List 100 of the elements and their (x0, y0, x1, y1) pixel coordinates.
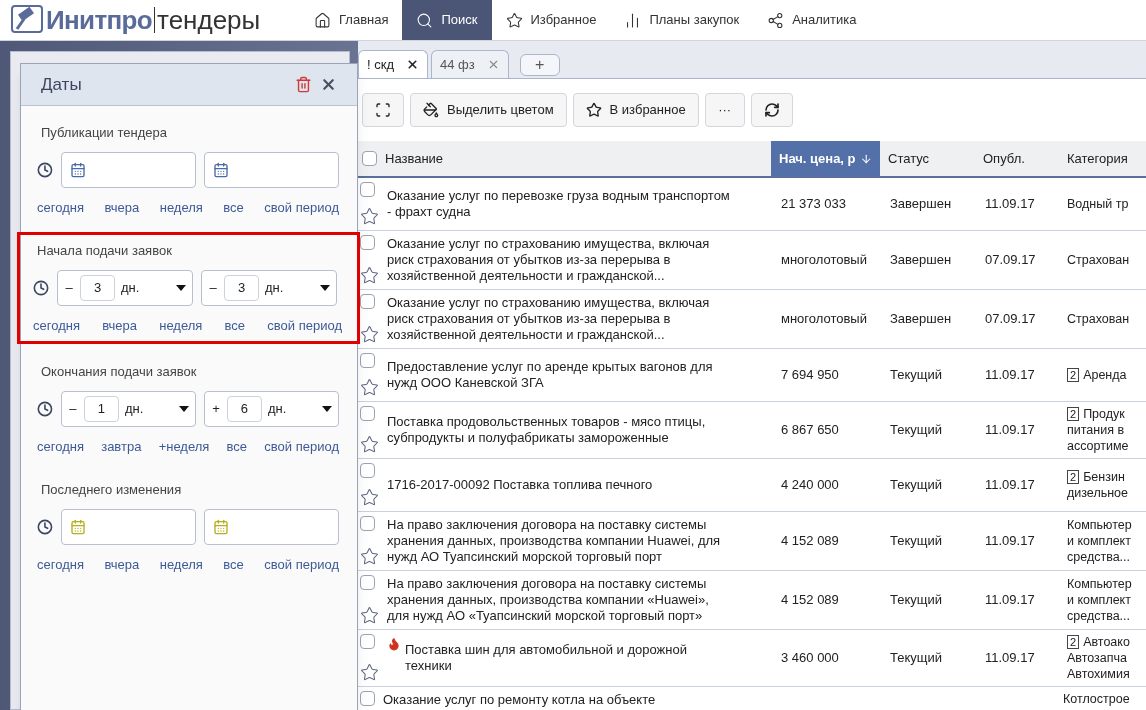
price-text: 21 373 033 (781, 195, 847, 214)
date-field[interactable] (60, 508, 196, 545)
tender-name[interactable]: Предоставление услуг по аренде крытых вагонов для нужд ООО Каневской ЗГА (387, 359, 713, 391)
tender-name[interactable]: Оказание услуг по страхованию имущества, включая риск страхования от убытков из-за перерыва в хозяйственной деятельности и гражданской... (387, 236, 710, 284)
nav-item[interactable]: Поиск (402, 0, 492, 40)
row-checkbox[interactable] (360, 406, 375, 421)
close-icon[interactable] (320, 76, 337, 93)
period-link[interactable]: все (223, 554, 244, 574)
favorite-star-icon[interactable] (360, 435, 379, 454)
row-checkbox[interactable] (360, 516, 375, 531)
day-offset-select[interactable]: – 1 дн. (60, 390, 196, 427)
period-link[interactable]: сегодня (37, 197, 84, 217)
day-offset-select[interactable]: – 3 дн. (57, 269, 193, 306)
period-link[interactable]: свой период (264, 436, 339, 456)
row-checkbox[interactable] (360, 691, 375, 706)
row-checkbox[interactable] (360, 634, 375, 649)
period-link[interactable]: сегодня (37, 554, 84, 574)
period-link[interactable]: все (223, 197, 244, 217)
period-link[interactable]: неделя (159, 315, 203, 335)
period-link[interactable]: свой период (264, 197, 339, 217)
period-link[interactable]: неделя (159, 554, 203, 574)
day-count-field[interactable]: 6 (226, 395, 262, 422)
tender-name[interactable]: Оказание услуг по перевозке груза водным транспортом - фрахт судна (387, 188, 730, 220)
price-text: 6 867 650 (781, 421, 839, 440)
close-icon[interactable] (406, 58, 419, 71)
status-text: Текущий (890, 591, 942, 610)
period-link[interactable]: сегодня (37, 436, 84, 456)
date-field[interactable] (60, 151, 196, 188)
period-link[interactable]: свой период (264, 554, 339, 574)
row-checkbox[interactable] (360, 294, 375, 309)
period-link[interactable]: неделя (159, 197, 203, 217)
column-header[interactable]: Категория (1059, 141, 1146, 176)
period-link[interactable]: вчера (102, 315, 137, 335)
day-count-field[interactable]: 3 (224, 274, 259, 301)
favorite-star-icon[interactable] (360, 547, 379, 566)
search-tab[interactable]: 44 фз (431, 50, 509, 78)
period-link[interactable]: все (224, 315, 246, 335)
row-checkbox[interactable] (360, 575, 375, 590)
clock-icon[interactable] (37, 518, 53, 535)
favorite-star-icon[interactable] (360, 488, 379, 507)
column-header[interactable]: Статус (880, 141, 975, 176)
column-header[interactable]: Опубл. (975, 141, 1059, 176)
date-text: 11.09.17 (985, 195, 1035, 214)
period-link[interactable]: вчера (104, 554, 140, 574)
search-tab[interactable]: ! скд (358, 50, 428, 78)
category-text: Автохимия (1067, 666, 1130, 682)
tender-name[interactable]: 1716-2017-00092 Поставка топлива печного (387, 477, 653, 493)
day-count-field[interactable]: 3 (80, 274, 115, 301)
nav-item[interactable]: Планы закупок (610, 0, 754, 40)
favorite-star-icon[interactable] (360, 378, 379, 397)
day-offset-select[interactable]: + 6 дн. (203, 390, 339, 427)
favorite-star-icon[interactable] (360, 325, 379, 344)
date-field[interactable] (203, 151, 339, 188)
period-link[interactable]: +неделя (158, 436, 210, 456)
row-checkbox[interactable] (360, 353, 375, 368)
favorite-star-icon[interactable] (360, 266, 379, 285)
more-button[interactable]: ··· (704, 93, 745, 127)
nav-item[interactable]: Избранное (491, 0, 611, 40)
home-icon (314, 11, 331, 29)
nav-item[interactable]: Аналитика (753, 0, 871, 40)
nav-item[interactable]: Главная (300, 0, 403, 40)
date-text: 07.09.17 (985, 251, 1036, 270)
period-link[interactable]: свой период (267, 315, 342, 335)
row-checkbox[interactable] (360, 182, 375, 197)
period-link[interactable]: сегодня (33, 315, 80, 335)
fullscreen-button[interactable] (362, 93, 404, 127)
trash-icon[interactable] (295, 76, 312, 93)
category-text: ассортиме (1067, 438, 1129, 454)
tender-name[interactable]: Оказание услуг по ремонту котла на объекте (383, 692, 656, 708)
day-count-field[interactable]: 1 (83, 395, 119, 422)
select-all-checkbox[interactable] (362, 151, 377, 166)
favorite-button[interactable]: В избранное (572, 93, 699, 127)
clock-icon[interactable] (33, 279, 49, 296)
row-checkbox[interactable] (360, 235, 375, 250)
date-field[interactable] (203, 508, 339, 545)
count-badge: 2 (1067, 635, 1080, 649)
column-header[interactable]: Нач. цена, р (771, 141, 880, 176)
tender-name[interactable]: На право заключения договора на поставку системы хранения данных, производства компании «Huawei», для нужд АО «Туапсинский морской торговый порт» (387, 576, 709, 624)
sign-label: – (64, 278, 74, 297)
tender-name[interactable]: На право заключения договора на поставку системы хранения данных, производства компании Huawei, для нужд АО Туапсинский морской торговый порт (387, 517, 721, 565)
day-offset-select[interactable]: – 3 дн. (201, 269, 337, 306)
add-tab-button[interactable]: + (519, 54, 560, 76)
row-checkbox[interactable] (360, 463, 375, 478)
highlight-color-button[interactable]: Выделить цветом (410, 93, 567, 127)
status-text: Текущий (890, 421, 942, 440)
favorite-star-icon[interactable] (360, 207, 379, 226)
clock-icon[interactable] (37, 400, 53, 417)
refresh-button[interactable] (750, 93, 793, 127)
logo-product: тендеры (154, 7, 261, 33)
period-link[interactable]: все (226, 436, 248, 456)
tender-name[interactable]: Поставка шин для автомобильной и дорожной техники (405, 642, 687, 674)
period-link[interactable]: вчера (104, 197, 140, 217)
unit-label: дн. (124, 399, 145, 418)
clock-icon[interactable] (37, 161, 53, 178)
tender-name[interactable]: Поставка продовольственных товаров - мясо птицы, субпродукты и полуфабрикаты замороженные (387, 414, 706, 446)
period-link[interactable]: завтра (101, 436, 142, 456)
favorite-star-icon[interactable] (360, 663, 379, 682)
tender-name[interactable]: Оказание услуг по страхованию имущества, включая риск страхования от убытков из-за перерыва в хозяйственной деятельности и гражданской... (387, 295, 710, 343)
column-header[interactable]: Название (377, 141, 771, 176)
favorite-star-icon[interactable] (360, 606, 379, 625)
